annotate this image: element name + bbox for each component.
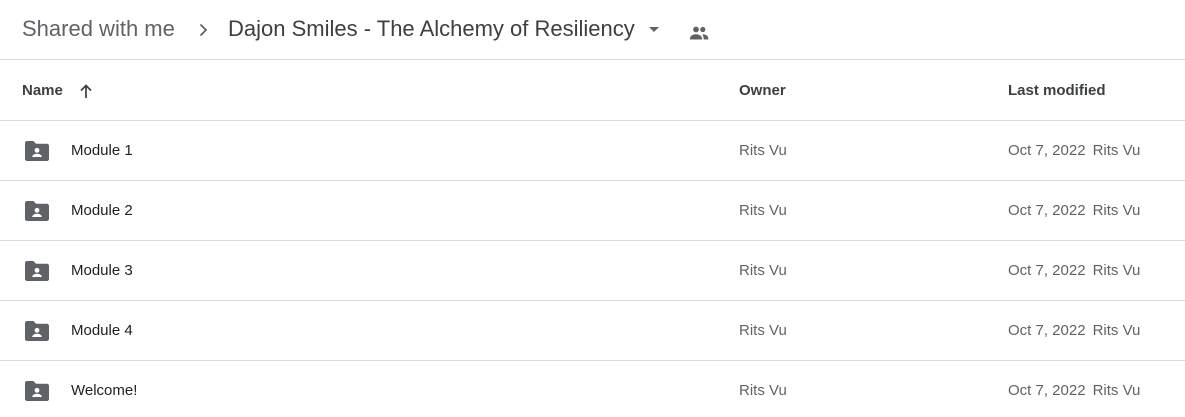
file-name: Welcome!: [71, 382, 138, 399]
breadcrumb: Shared with me Dajon Smiles - The Alchem…: [0, 0, 1185, 60]
modified-date: Oct 7, 2022: [1008, 262, 1086, 279]
file-row[interactable]: Module 2 Rits Vu Oct 7, 2022 Rits Vu: [0, 181, 1185, 241]
caret-down-icon: [642, 17, 666, 41]
people-icon[interactable]: [687, 21, 711, 45]
column-header-name[interactable]: Name: [22, 61, 96, 120]
file-last-modified: Oct 7, 2022 Rits Vu: [1008, 301, 1140, 360]
column-header-row: Name Owner Last modified: [0, 61, 1185, 121]
shared-folder-icon: [24, 319, 50, 343]
shared-folder-icon: [24, 259, 50, 283]
file-owner: Rits Vu: [739, 202, 787, 219]
file-owner: Rits Vu: [739, 262, 787, 279]
file-owner: Rits Vu: [739, 322, 787, 339]
current-folder-title: Dajon Smiles - The Alchemy of Resiliency: [228, 16, 635, 41]
modified-by: Rits Vu: [1092, 202, 1141, 219]
file-owner: Rits Vu: [739, 382, 787, 399]
file-row[interactable]: Welcome! Rits Vu Oct 7, 2022 Rits Vu: [0, 361, 1185, 417]
chevron-right-icon: [193, 20, 213, 40]
column-header-last-modified[interactable]: Last modified: [1008, 61, 1106, 120]
modified-date: Oct 7, 2022: [1008, 142, 1086, 159]
modified-by: Rits Vu: [1092, 382, 1141, 399]
file-row[interactable]: Module 3 Rits Vu Oct 7, 2022 Rits Vu: [0, 241, 1185, 301]
shared-folder-icon: [24, 139, 50, 163]
shared-folder-icon: [24, 379, 50, 403]
current-folder-dropdown[interactable]: Dajon Smiles - The Alchemy of Resiliency: [222, 10, 672, 48]
file-name: Module 4: [71, 322, 133, 339]
modified-by: Rits Vu: [1092, 322, 1141, 339]
arrow-up-icon[interactable]: [76, 81, 96, 101]
column-header-owner[interactable]: Owner: [739, 61, 786, 120]
file-row[interactable]: Module 4 Rits Vu Oct 7, 2022 Rits Vu: [0, 301, 1185, 361]
file-last-modified: Oct 7, 2022 Rits Vu: [1008, 361, 1140, 417]
modified-by: Rits Vu: [1092, 262, 1141, 279]
file-name: Module 2: [71, 202, 133, 219]
file-list: Module 1 Rits Vu Oct 7, 2022 Rits Vu Modu…: [0, 121, 1185, 417]
column-header-name-label: Name: [22, 82, 63, 99]
file-name: Module 1: [71, 142, 133, 159]
breadcrumb-shared-with-me[interactable]: Shared with me: [20, 14, 177, 44]
modified-date: Oct 7, 2022: [1008, 322, 1086, 339]
modified-date: Oct 7, 2022: [1008, 382, 1086, 399]
modified-by: Rits Vu: [1092, 142, 1141, 159]
file-row[interactable]: Module 1 Rits Vu Oct 7, 2022 Rits Vu: [0, 121, 1185, 181]
file-name: Module 3: [71, 262, 133, 279]
modified-date: Oct 7, 2022: [1008, 202, 1086, 219]
file-last-modified: Oct 7, 2022 Rits Vu: [1008, 241, 1140, 300]
file-owner: Rits Vu: [739, 142, 787, 159]
drive-file-browser: Shared with me Dajon Smiles - The Alchem…: [0, 0, 1185, 417]
file-last-modified: Oct 7, 2022 Rits Vu: [1008, 121, 1140, 180]
shared-folder-icon: [24, 199, 50, 223]
file-last-modified: Oct 7, 2022 Rits Vu: [1008, 181, 1140, 240]
